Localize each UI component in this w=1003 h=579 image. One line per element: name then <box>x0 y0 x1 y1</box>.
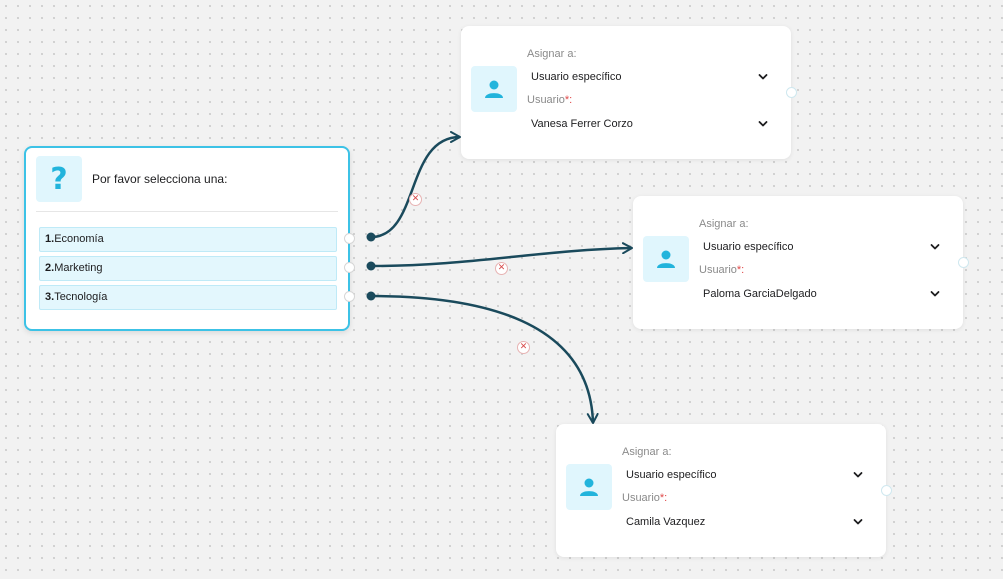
option-label: Tecnología <box>54 291 108 303</box>
option-economia[interactable]: 1.Economía <box>39 227 337 252</box>
user-label: Usuario*: <box>622 492 668 504</box>
connector-start-dot[interactable] <box>366 291 376 301</box>
output-port[interactable] <box>881 485 892 496</box>
chevron-down-icon[interactable] <box>852 516 864 528</box>
connector-start-dot[interactable] <box>366 232 376 242</box>
user-label: Usuario*: <box>699 264 745 276</box>
user-label: Usuario*: <box>527 94 573 106</box>
connector-start-dot[interactable] <box>366 261 376 271</box>
question-icon: ? <box>36 156 82 202</box>
assign-node[interactable]: Asignar a: Usuario específico Usuario*: … <box>556 424 892 557</box>
option-port[interactable] <box>344 233 355 244</box>
user-icon <box>643 236 689 282</box>
user-select[interactable]: Vanesa Ferrer Corzo <box>531 118 633 130</box>
delete-connection-icon[interactable]: ✕ <box>409 193 422 206</box>
user-select[interactable]: Camila Vazquez <box>626 516 705 528</box>
question-title: Por favor selecciona una: <box>92 172 228 186</box>
option-tecnologia[interactable]: 3.Tecnología <box>39 285 337 310</box>
assign-node[interactable]: Asignar a: Usuario específico Usuario*: … <box>461 26 797 159</box>
option-number: 1. <box>45 233 55 245</box>
assign-select[interactable]: Usuario específico <box>531 71 622 83</box>
chevron-down-icon[interactable] <box>929 288 941 300</box>
chevron-down-icon[interactable] <box>852 469 864 481</box>
chevron-down-icon[interactable] <box>929 241 941 253</box>
delete-connection-icon[interactable]: ✕ <box>495 262 508 275</box>
chevron-down-icon[interactable] <box>757 118 769 130</box>
output-port[interactable] <box>958 257 969 268</box>
option-label: Economía <box>54 233 104 245</box>
connector-economia[interactable] <box>370 131 461 239</box>
divider <box>36 211 338 212</box>
option-port[interactable] <box>344 262 355 273</box>
option-marketing[interactable]: 2.Marketing <box>39 256 337 281</box>
user-select[interactable]: Paloma GarciaDelgado <box>703 288 817 300</box>
user-icon <box>566 464 612 510</box>
option-label: Marketing <box>54 262 103 274</box>
assign-node[interactable]: Asignar a: Usuario específico Usuario*: … <box>633 196 969 329</box>
assign-select[interactable]: Usuario específico <box>626 469 717 481</box>
option-number: 2. <box>45 262 55 274</box>
assign-select[interactable]: Usuario específico <box>703 241 794 253</box>
output-port[interactable] <box>786 87 797 98</box>
assign-label: Asignar a: <box>527 48 577 60</box>
assign-label: Asignar a: <box>622 446 672 458</box>
delete-connection-icon[interactable]: ✕ <box>517 341 530 354</box>
user-icon <box>471 66 517 112</box>
option-port[interactable] <box>344 291 355 302</box>
chevron-down-icon[interactable] <box>757 71 769 83</box>
connector-tecnologia[interactable] <box>370 294 599 424</box>
question-node[interactable]: ? Por favor selecciona una: 1.Economía 2… <box>24 146 355 331</box>
option-number: 3. <box>45 291 55 303</box>
assign-label: Asignar a: <box>699 218 749 230</box>
